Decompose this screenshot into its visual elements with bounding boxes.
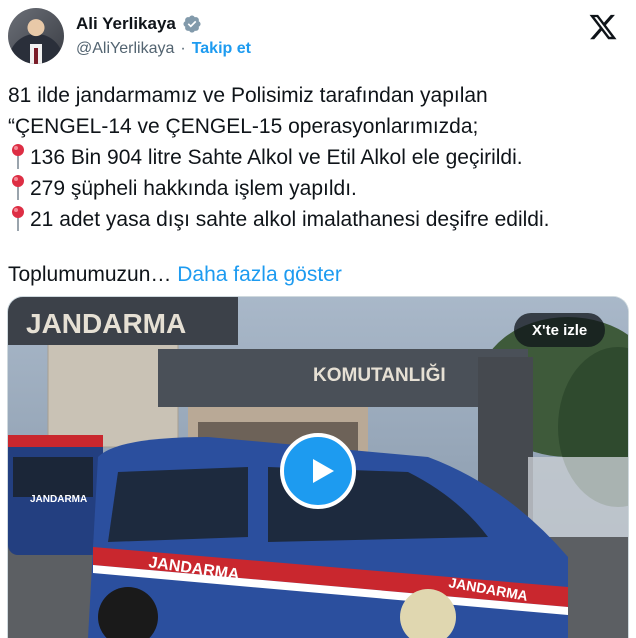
truncated-text: Toplumumuzun… xyxy=(8,263,172,286)
bullet-line: 21 adet yasa dışı sahte alkol imalathane… xyxy=(8,204,628,235)
avatar[interactable] xyxy=(8,8,64,64)
tweet-header: Ali Yerlikaya @AliYerlikaya · Takip et xyxy=(8,8,628,68)
x-logo-icon[interactable] xyxy=(588,12,618,42)
watch-on-x-button[interactable]: X'te izle xyxy=(514,313,606,347)
bullet-line: 136 Bin 904 litre Sahte Alkol ve Etil Al… xyxy=(8,142,628,173)
video-thumbnail[interactable]: JANDARMA KOMUTANLIĞI JANDARMA JANDARMA J… xyxy=(7,296,629,638)
pin-icon xyxy=(12,144,24,169)
sign-sub-text: KOMUTANLIĞI xyxy=(313,364,446,386)
left-van-label-text: JANDARMA xyxy=(30,494,87,505)
bullet-line: 279 şüpheli hakkında işlem yapıldı. xyxy=(8,173,628,204)
bullet-text: 279 şüpheli hakkında işlem yapıldı. xyxy=(30,177,357,200)
truncated-row: Toplumumuzun… Daha fazla göster xyxy=(8,259,628,290)
tweet-line: “ÇENGEL-14 ve ÇENGEL-15 operasyonlarımız… xyxy=(8,115,479,138)
play-icon xyxy=(313,459,334,483)
separator-dot: · xyxy=(180,40,186,57)
bullet-text: 136 Bin 904 litre Sahte Alkol ve Etil Al… xyxy=(30,146,523,169)
bullet-text: 21 adet yasa dışı sahte alkol imalathane… xyxy=(30,208,550,231)
tweet-line: 81 ilde jandarmamız ve Polisimiz tarafın… xyxy=(8,84,488,107)
verified-badge-icon xyxy=(183,15,201,33)
tweet-text: 81 ilde jandarmamız ve Polisimiz tarafın… xyxy=(8,80,628,290)
show-more-link[interactable]: Daha fazla göster xyxy=(177,263,342,286)
pin-icon xyxy=(12,175,24,200)
author-handle[interactable]: @AliYerlikaya xyxy=(76,40,174,58)
play-button[interactable] xyxy=(280,433,356,509)
author-name-row: Ali Yerlikaya xyxy=(76,14,202,34)
pin-icon xyxy=(12,206,24,231)
handle-row: @AliYerlikaya · Takip et xyxy=(76,40,251,58)
follow-button[interactable]: Takip et xyxy=(192,40,251,58)
sign-main-text: JANDARMA xyxy=(26,308,186,339)
author-name[interactable]: Ali Yerlikaya xyxy=(76,14,176,34)
